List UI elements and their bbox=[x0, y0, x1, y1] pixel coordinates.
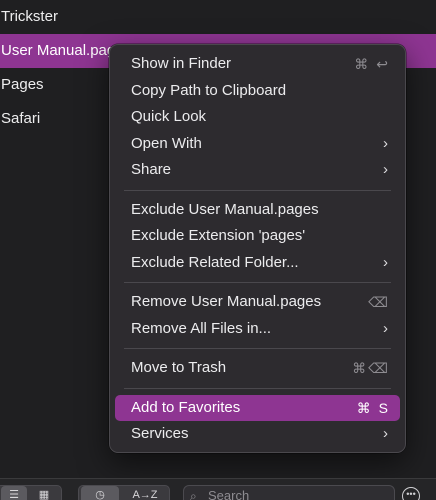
chevron-right-icon: › bbox=[383, 253, 388, 271]
sort-az-button[interactable]: A→Z bbox=[123, 486, 167, 500]
more-options-icon[interactable]: ••• bbox=[402, 487, 420, 500]
search-placeholder: Search bbox=[208, 488, 250, 500]
menu-item-add-to-favorites[interactable]: Add to Favorites ⌘ S bbox=[115, 394, 400, 421]
shortcut-label: ⌘⌫ bbox=[352, 360, 390, 376]
menu-item-label: Quick Look bbox=[131, 108, 207, 125]
shortcut-label: ⌘ ↩ bbox=[354, 56, 390, 72]
chevron-right-icon: › bbox=[383, 319, 388, 337]
clock-icon[interactable]: ◷ bbox=[81, 486, 119, 500]
menu-separator bbox=[124, 348, 391, 349]
bottom-toolbar: ☰ ▦ ◷ A→Z ⌕ Search ••• bbox=[0, 478, 436, 500]
menu-separator bbox=[124, 387, 391, 389]
menu-item-show-in-finder[interactable]: Show in Finder ⌘ ↩ bbox=[115, 51, 400, 78]
menu-item-label: Remove All Files in... bbox=[131, 319, 272, 337]
menu-item-exclude-folder[interactable]: Exclude Related Folder... › bbox=[115, 250, 400, 277]
menu-item-share[interactable]: Share › bbox=[115, 157, 400, 184]
search-input[interactable]: ⌕ Search bbox=[183, 485, 395, 500]
list-view-icon[interactable]: ☰ bbox=[1, 486, 27, 500]
sort-segmented-control: ◷ A→Z bbox=[78, 485, 170, 500]
menu-item-label: Add to Favorites bbox=[131, 398, 241, 416]
view-mode-segmented-control: ☰ ▦ bbox=[0, 485, 62, 500]
menu-item-label: Move to Trash bbox=[131, 359, 227, 376]
menu-item-label: Exclude User Manual.pages bbox=[131, 200, 319, 218]
menu-item-copy-path[interactable]: Copy Path to Clipboard bbox=[115, 78, 400, 105]
menu-item-label: Open With bbox=[131, 134, 202, 152]
shortcut-label: ⌘ S bbox=[356, 399, 390, 416]
context-menu: Show in Finder ⌘ ↩ Copy Path to Clipboar… bbox=[109, 44, 406, 453]
menu-item-open-with[interactable]: Open With › bbox=[115, 131, 400, 158]
menu-item-move-to-trash[interactable]: Move to Trash ⌘⌫ bbox=[115, 355, 400, 382]
menu-item-quick-look[interactable]: Quick Look bbox=[115, 104, 400, 131]
chevron-right-icon: › bbox=[383, 134, 388, 152]
menu-item-remove-file[interactable]: Remove User Manual.pages ⌫ bbox=[115, 289, 400, 316]
chevron-right-icon: › bbox=[383, 161, 388, 178]
menu-item-label: Share bbox=[131, 161, 172, 178]
menu-item-exclude-file[interactable]: Exclude User Manual.pages bbox=[115, 197, 400, 224]
menu-item-label: Services bbox=[131, 425, 189, 442]
list-item[interactable]: Trickster bbox=[0, 0, 436, 34]
search-icon: ⌕ bbox=[190, 489, 197, 500]
chevron-right-icon: › bbox=[383, 425, 388, 442]
menu-item-services[interactable]: Services › bbox=[115, 421, 400, 448]
grid-view-icon[interactable]: ▦ bbox=[31, 486, 57, 500]
menu-item-label: Remove User Manual.pages bbox=[131, 293, 322, 310]
menu-item-label: Exclude Related Folder... bbox=[131, 253, 299, 271]
menu-item-label: Show in Finder bbox=[131, 55, 232, 72]
menu-separator bbox=[124, 282, 391, 283]
menu-item-label: Copy Path to Clipboard bbox=[131, 81, 287, 99]
delete-key-icon: ⌫ bbox=[368, 294, 390, 310]
menu-item-label: Exclude Extension 'pages' bbox=[131, 227, 306, 244]
menu-separator bbox=[124, 189, 391, 191]
menu-item-exclude-extension[interactable]: Exclude Extension 'pages' bbox=[115, 223, 400, 250]
menu-item-remove-all[interactable]: Remove All Files in... › bbox=[115, 316, 400, 343]
